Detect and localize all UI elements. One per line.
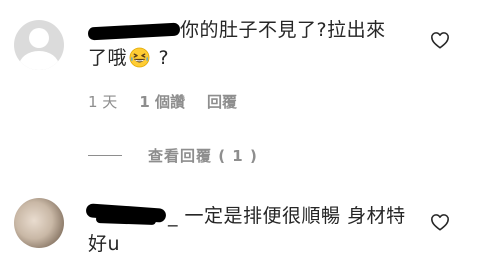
comment-item: 你的肚子不見了?拉出來 了哦 ? 1 天 1 個讚 回覆 查看回覆 ( 1 ) bbox=[0, 0, 489, 165]
redacted-username[interactable] bbox=[87, 20, 181, 42]
view-replies-label: 查看回覆 ( 1 ) bbox=[148, 146, 258, 165]
comment-text-line-2-end: ? bbox=[152, 47, 170, 69]
comment-timestamp[interactable]: 1 天 bbox=[88, 92, 117, 112]
comment-text: _ 一定是排便很順暢 身材特好u bbox=[85, 202, 410, 258]
username-suffix: _ bbox=[168, 205, 178, 227]
avatar[interactable] bbox=[14, 198, 64, 248]
heart-outline-icon[interactable] bbox=[430, 31, 450, 49]
comment-like-count[interactable]: 1 個讚 bbox=[139, 92, 185, 112]
grinning-squinting-face-emoji-icon bbox=[129, 47, 150, 68]
avatar-head-shape bbox=[29, 28, 49, 48]
redaction-mark bbox=[87, 22, 181, 40]
comment-text: 你的肚子不見了?拉出來 了哦 ? bbox=[87, 16, 410, 72]
reply-button[interactable]: 回覆 bbox=[207, 92, 237, 112]
heart-outline-icon[interactable] bbox=[430, 213, 450, 231]
redaction-mark bbox=[95, 214, 157, 225]
comment-text-line-2: 了哦 bbox=[88, 47, 128, 69]
avatar-body-shape bbox=[19, 51, 59, 70]
view-replies-button[interactable]: 查看回覆 ( 1 ) bbox=[88, 143, 258, 167]
comment-meta: 1 天 1 個讚 回覆 bbox=[88, 92, 237, 112]
redacted-username[interactable] bbox=[85, 202, 167, 228]
view-replies-divider bbox=[88, 154, 122, 156]
comment-text-line-1: 你的肚子不見了?拉出來 bbox=[180, 19, 386, 41]
avatar-placeholder[interactable] bbox=[14, 20, 64, 70]
comment-item: _ 一定是排便很順暢 身材特好u bbox=[0, 180, 489, 268]
